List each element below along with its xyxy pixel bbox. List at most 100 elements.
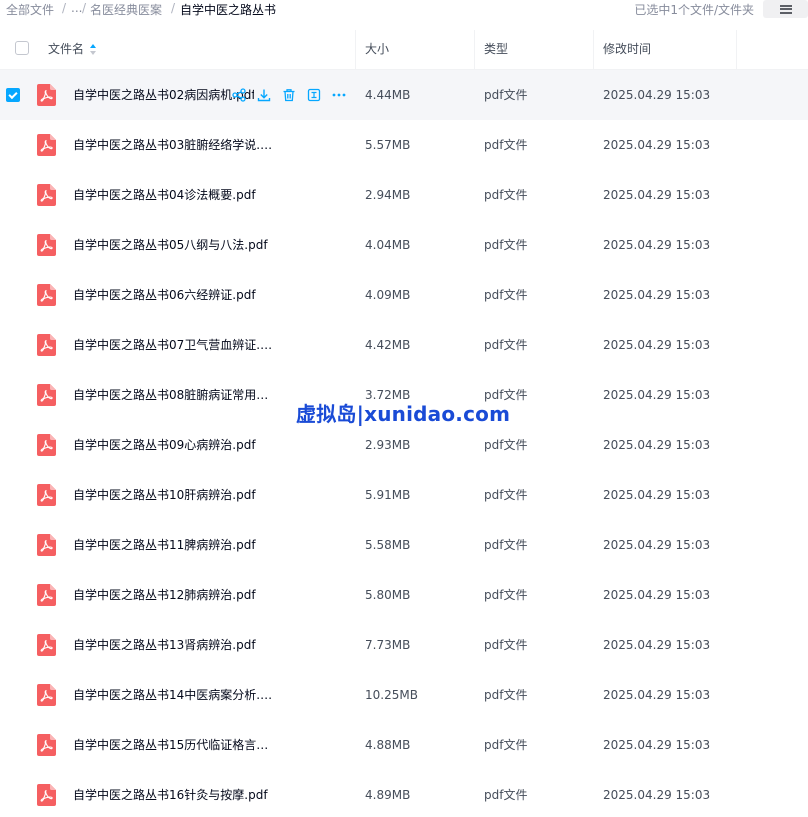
- list-view-icon: [779, 4, 792, 14]
- file-name[interactable]: 自学中医之路丛书03脏腑经络学说.pdf: [73, 120, 279, 170]
- file-row[interactable]: 自学中医之路丛书09心病辨治.pdf 2.93MB pdf文件 2025.04.29 …: [0, 420, 808, 470]
- file-type: pdf文件: [484, 138, 528, 152]
- file-row[interactable]: 自学中医之路丛书16针灸与按摩.pdf 4.89MB pdf文件 2025.04.29…: [0, 770, 808, 817]
- file-row[interactable]: 自学中医之路丛书14中医病案分析.pdf 10.25MB pdf文件 2025.04.…: [0, 670, 808, 720]
- row-checkbox-checked[interactable]: [6, 88, 20, 102]
- file-modified: 2025.04.29 15:03: [603, 738, 711, 752]
- file-modified: 2025.04.29 15:03: [603, 538, 711, 552]
- file-modified: 2025.04.29 15:03: [603, 138, 711, 152]
- column-header-size[interactable]: 大小: [365, 30, 389, 69]
- column-header-type[interactable]: 类型: [484, 30, 508, 69]
- file-type: pdf文件: [484, 238, 528, 252]
- breadcrumb-separator: /: [171, 1, 176, 15]
- view-mode-button[interactable]: [763, 0, 808, 18]
- file-type: pdf文件: [484, 538, 528, 552]
- breadcrumb-ellipsis[interactable]: ...: [71, 1, 82, 15]
- file-name[interactable]: 自学中医之路丛书09心病辨治.pdf: [73, 420, 256, 470]
- file-modified: 2025.04.29 15:03: [603, 388, 711, 402]
- column-name-label: 文件名: [48, 42, 85, 56]
- breadcrumb-separator: /: [82, 1, 87, 15]
- download-icon[interactable]: [255, 86, 273, 104]
- column-divider[interactable]: [474, 30, 475, 69]
- file-type: pdf文件: [484, 638, 528, 652]
- breadcrumb-current: 自学中医之路丛书: [180, 3, 277, 17]
- file-type: pdf文件: [484, 288, 528, 302]
- pdf-file-icon: [37, 684, 56, 706]
- file-size: 4.88MB: [365, 738, 411, 752]
- pdf-file-icon: [37, 134, 56, 156]
- pdf-file-icon: [37, 584, 56, 606]
- file-size: 4.42MB: [365, 338, 411, 352]
- file-row[interactable]: 自学中医之路丛书07卫气营血辨证.pdf 4.42MB pdf文件 2025.04.2…: [0, 320, 808, 370]
- file-name[interactable]: 自学中医之路丛书02病因病机.pdf: [73, 70, 254, 120]
- select-all-checkbox[interactable]: [15, 41, 29, 55]
- table-header: 文件名 大小 类型 修改时间: [0, 30, 808, 70]
- file-modified: 2025.04.29 15:03: [603, 238, 711, 252]
- file-modified: 2025.04.29 15:03: [603, 688, 711, 702]
- column-header-modified[interactable]: 修改时间: [603, 30, 651, 69]
- file-row[interactable]: 自学中医之路丛书11脾病辨治.pdf 5.58MB pdf文件 2025.04.29 …: [0, 520, 808, 570]
- breadcrumb-separator: /: [62, 1, 67, 15]
- file-size: 7.73MB: [365, 638, 411, 652]
- column-header-name[interactable]: 文件名: [48, 30, 97, 69]
- column-divider[interactable]: [736, 30, 737, 69]
- file-name[interactable]: 自学中医之路丛书06六经辨证.pdf: [73, 270, 256, 320]
- file-size: 2.94MB: [365, 188, 411, 202]
- file-row[interactable]: 自学中医之路丛书12肺病辨治.pdf 5.80MB pdf文件 2025.04.29 …: [0, 570, 808, 620]
- share-icon[interactable]: [230, 86, 248, 104]
- file-type: pdf文件: [484, 88, 528, 102]
- file-size: 4.89MB: [365, 788, 411, 802]
- file-modified: 2025.04.29 15:03: [603, 788, 711, 802]
- file-row[interactable]: 自学中医之路丛书13肾病辨治.pdf 7.73MB pdf文件 2025.04.29 …: [0, 620, 808, 670]
- file-name[interactable]: 自学中医之路丛书13肾病辨治.pdf: [73, 620, 256, 670]
- file-name[interactable]: 自学中医之路丛书05八纲与八法.pdf: [73, 220, 268, 270]
- file-size: 4.44MB: [365, 88, 411, 102]
- pdf-file-icon: [37, 784, 56, 806]
- file-size: 2.93MB: [365, 438, 411, 452]
- column-divider[interactable]: [355, 30, 356, 69]
- file-row[interactable]: 自学中医之路丛书06六经辨证.pdf 4.09MB pdf文件 2025.04.29 …: [0, 270, 808, 320]
- file-name[interactable]: 自学中医之路丛书10肝病辨治.pdf: [73, 470, 256, 520]
- file-type: pdf文件: [484, 788, 528, 802]
- file-modified: 2025.04.29 15:03: [603, 488, 711, 502]
- preview-icon[interactable]: [305, 86, 323, 104]
- pdf-file-icon: [37, 234, 56, 256]
- file-name[interactable]: 自学中医之路丛书15历代临证格言选...: [73, 720, 279, 770]
- file-name[interactable]: 自学中医之路丛书16针灸与按摩.pdf: [73, 770, 268, 817]
- sort-icon[interactable]: [90, 44, 97, 55]
- delete-icon[interactable]: [280, 86, 298, 104]
- file-row[interactable]: 自学中医之路丛书02病因病机.pdf 4.44MB pdf文件 2025.04.29 …: [0, 70, 808, 120]
- column-divider[interactable]: [593, 30, 594, 69]
- breadcrumb-parent[interactable]: 名医经典医案: [90, 1, 162, 18]
- file-type: pdf文件: [484, 188, 528, 202]
- selection-status: 已选中1个文件/文件夹: [634, 3, 754, 17]
- more-icon[interactable]: [330, 86, 348, 104]
- file-name[interactable]: 自学中医之路丛书14中医病案分析.pdf: [73, 670, 279, 720]
- file-name[interactable]: 自学中医之路丛书08脏腑病证常用方...: [73, 370, 279, 420]
- pdf-file-icon: [37, 734, 56, 756]
- pdf-file-icon: [37, 284, 56, 306]
- file-row[interactable]: 自学中医之路丛书04诊法概要.pdf 2.94MB pdf文件 2025.04.29 …: [0, 170, 808, 220]
- file-modified: 2025.04.29 15:03: [603, 288, 711, 302]
- file-size: 5.80MB: [365, 588, 411, 602]
- file-type: pdf文件: [484, 438, 528, 452]
- file-row[interactable]: 自学中医之路丛书03脏腑经络学说.pdf 5.57MB pdf文件 2025.04.2…: [0, 120, 808, 170]
- file-row[interactable]: 自学中医之路丛书05八纲与八法.pdf 4.04MB pdf文件 2025.04.29…: [0, 220, 808, 270]
- file-modified: 2025.04.29 15:03: [603, 638, 711, 652]
- file-size: 4.04MB: [365, 238, 411, 252]
- file-size: 4.09MB: [365, 288, 411, 302]
- file-size: 5.58MB: [365, 538, 411, 552]
- file-name[interactable]: 自学中医之路丛书12肺病辨治.pdf: [73, 570, 256, 620]
- breadcrumb-root[interactable]: 全部文件: [6, 1, 54, 18]
- file-name[interactable]: 自学中医之路丛书04诊法概要.pdf: [73, 170, 256, 220]
- pdf-file-icon: [37, 84, 56, 106]
- file-modified: 2025.04.29 15:03: [603, 438, 711, 452]
- file-name[interactable]: 自学中医之路丛书07卫气营血辨证.pdf: [73, 320, 279, 370]
- file-name[interactable]: 自学中医之路丛书11脾病辨治.pdf: [73, 520, 256, 570]
- file-row[interactable]: 自学中医之路丛书10肝病辨治.pdf 5.91MB pdf文件 2025.04.29 …: [0, 470, 808, 520]
- file-type: pdf文件: [484, 738, 528, 752]
- file-list: 自学中医之路丛书02病因病机.pdf 4.44MB pdf文件 2025.04.29 …: [0, 70, 808, 817]
- file-modified: 2025.04.29 15:03: [603, 588, 711, 602]
- file-row[interactable]: 自学中医之路丛书15历代临证格言选... 4.88MB pdf文件 2025.04.2…: [0, 720, 808, 770]
- watermark: 虚拟岛|xunidao.com: [296, 402, 511, 426]
